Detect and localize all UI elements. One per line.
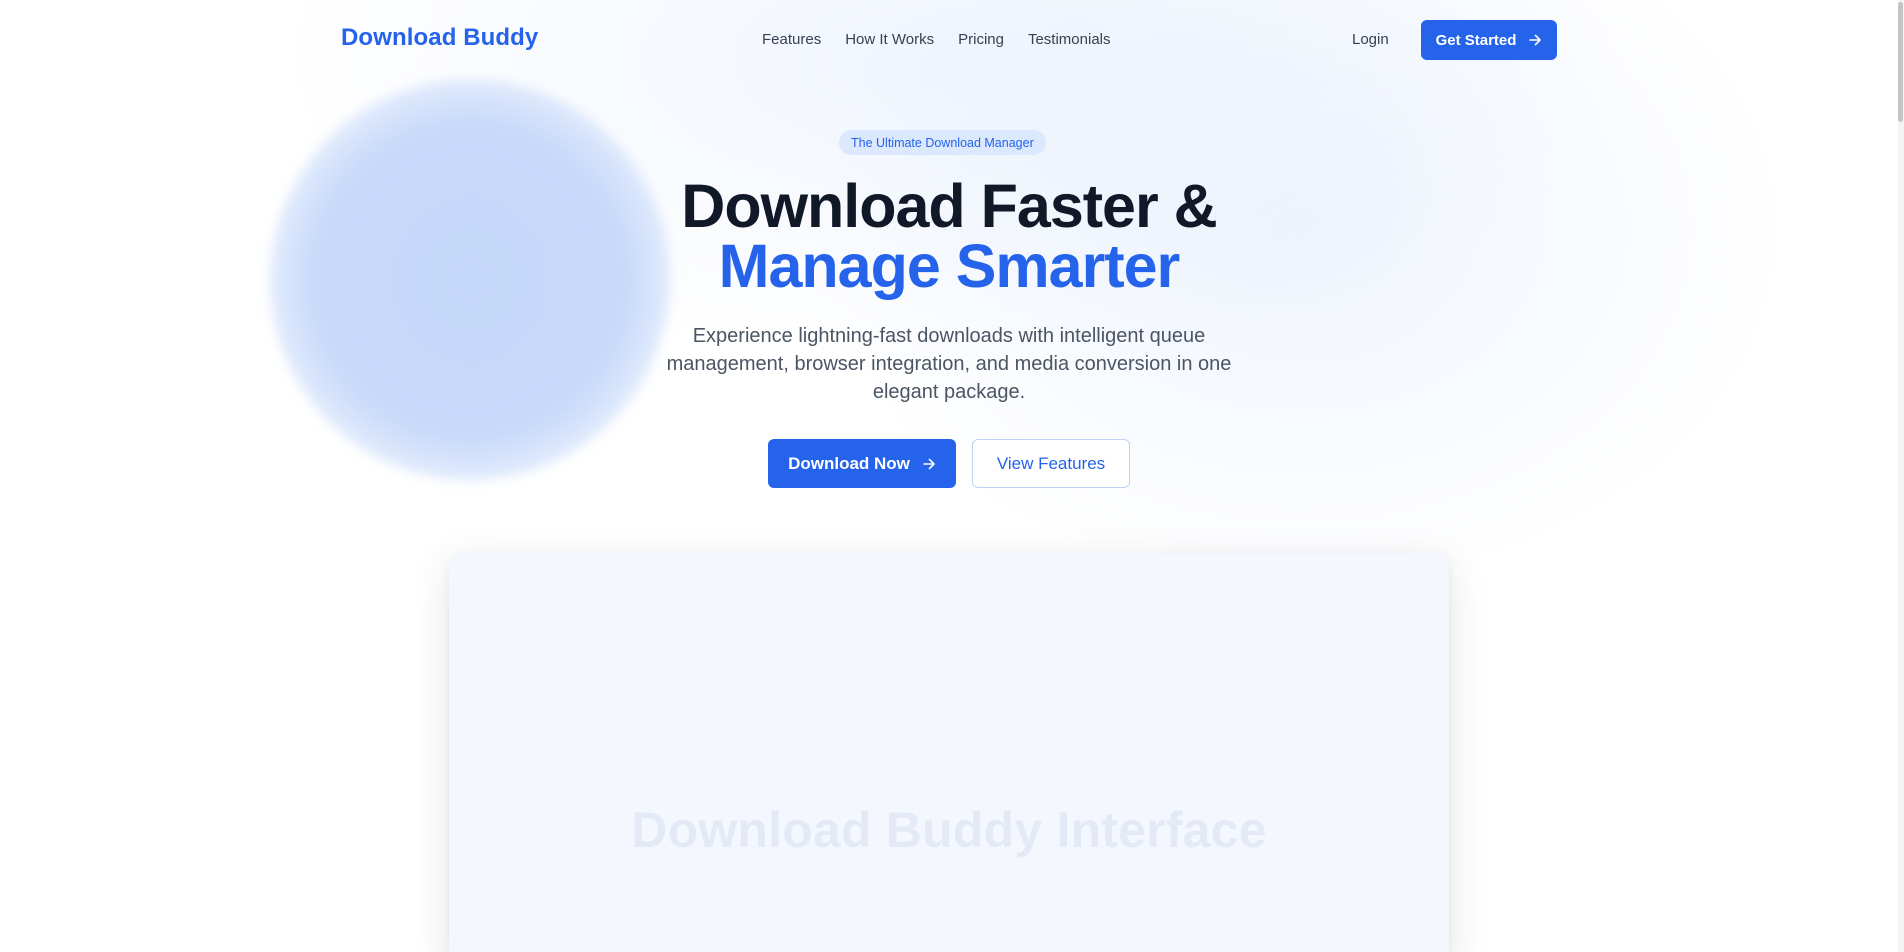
hero-subtitle: Experience lightning-fast downloads with… <box>666 325 1232 403</box>
arrow-right-icon <box>922 457 936 471</box>
app-preview-panel: Download Buddy Interface <box>449 553 1449 952</box>
arrow-right-icon <box>1528 33 1542 47</box>
hero-title: Download Faster & Manage Smarter <box>0 172 1898 300</box>
nav-link-how-it-works[interactable]: How It Works <box>845 31 934 48</box>
hero-badge: The Ultimate Download Manager <box>839 130 1046 155</box>
hero-title-line2: Manage Smarter <box>718 232 1181 300</box>
scrollbar[interactable] <box>1898 0 1904 952</box>
get-started-label: Get Started <box>1435 31 1517 49</box>
login-link[interactable]: Login <box>1352 31 1389 48</box>
scrollbar-thumb[interactable] <box>1898 2 1903 122</box>
main-nav: Features How It Works Pricing Testimonia… <box>762 31 1111 48</box>
get-started-button[interactable]: Get Started <box>1421 20 1557 60</box>
landing-page: Download Buddy Features How It Works Pri… <box>0 0 1904 952</box>
view-features-button[interactable]: View Features <box>972 439 1130 488</box>
hero-title-line1: Download Faster & <box>681 172 1217 240</box>
app-preview-label: Download Buddy Interface <box>631 802 1267 858</box>
site-header: Download Buddy Features How It Works Pri… <box>0 0 1904 80</box>
hero-cta-row: Download Now View Features <box>768 439 1130 488</box>
download-now-label: Download Now <box>788 453 910 473</box>
nav-link-features[interactable]: Features <box>762 31 821 48</box>
logo[interactable]: Download Buddy <box>341 24 538 52</box>
nav-link-testimonials[interactable]: Testimonials <box>1028 31 1111 48</box>
download-now-button[interactable]: Download Now <box>768 439 956 488</box>
nav-link-pricing[interactable]: Pricing <box>958 31 1004 48</box>
